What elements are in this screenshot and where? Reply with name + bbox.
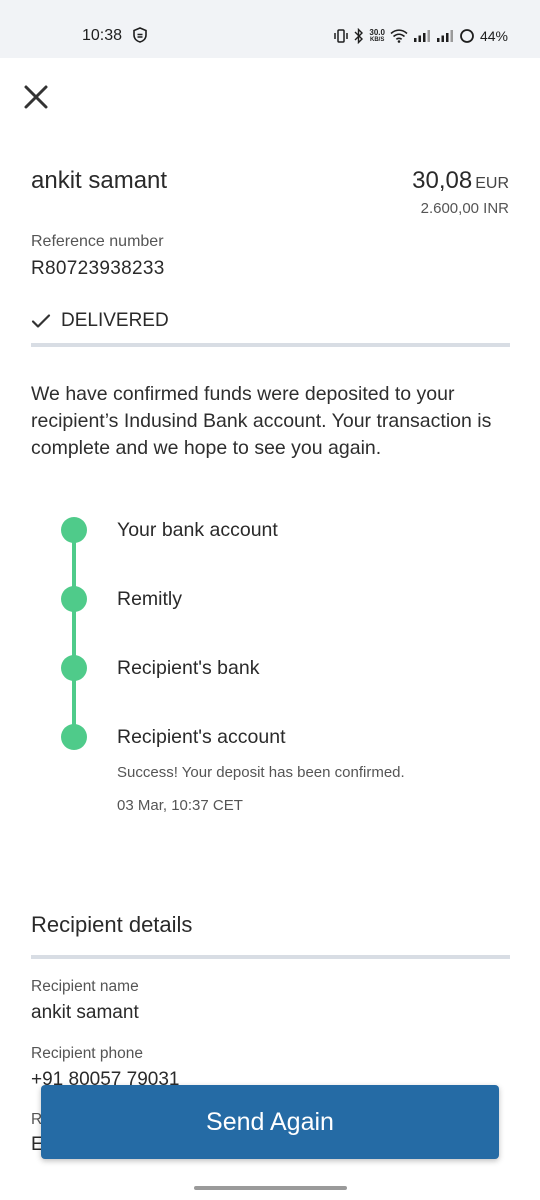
status-bar: 10:38 30.0 KB/S 44% (0, 0, 540, 58)
close-icon[interactable] (22, 83, 50, 111)
timeline-line (72, 530, 76, 737)
timeline-step-remitly: Remitly (117, 588, 183, 610)
bluetooth-icon (354, 28, 364, 44)
timeline-step-recipient-bank: Recipient's bank (117, 657, 260, 679)
recipient-phone-label: Recipient phone (31, 1045, 144, 1062)
home-indicator[interactable] (194, 1186, 347, 1190)
signal-icon-2 (436, 30, 453, 42)
send-again-button[interactable]: Send Again (41, 1085, 499, 1159)
amount-sent: 30,08 EUR (412, 167, 509, 195)
reference-value: R80723938233 (31, 258, 165, 279)
network-speed: 30.0 KB/S (369, 27, 385, 43)
status-label: DELIVERED (61, 310, 169, 331)
reference-label: Reference number (31, 233, 164, 250)
divider (31, 343, 510, 347)
amount-received: 2.600,00 INR (420, 200, 509, 217)
confirmation-message: We have confirmed funds were deposited t… (31, 383, 492, 459)
timeline-step-bank-account: Your bank account (117, 519, 278, 541)
timeline-step-recipient-account: Recipient's account (117, 726, 286, 748)
timeline-dot (61, 517, 87, 543)
shield-icon (133, 27, 147, 43)
divider (31, 955, 510, 959)
success-note: Success! Your deposit has been confirmed… (117, 764, 405, 781)
recipient-name-value: ankit samant (31, 1002, 139, 1023)
battery-icon (460, 29, 474, 43)
vibrate-icon (334, 29, 349, 43)
timeline-dot (61, 724, 87, 750)
signal-icon (413, 30, 430, 42)
status-icons: 30.0 KB/S 44% (333, 26, 508, 46)
amount-value: 30,08 (412, 167, 473, 194)
battery-level: 44% (479, 28, 508, 44)
wifi-icon (390, 29, 408, 43)
recipient-name-heading: ankit samant (31, 167, 168, 194)
status-time: 10:38 (82, 27, 123, 44)
timeline-dot (61, 586, 87, 612)
delivery-status: DELIVERED (31, 310, 169, 332)
check-icon (31, 314, 51, 328)
timeline-dot (61, 655, 87, 681)
delivery-timestamp: 03 Mar, 10:37 CET (117, 797, 243, 814)
section-title: Recipient details (31, 912, 193, 937)
amount-currency: EUR (475, 175, 509, 192)
recipient-name-label: Recipient name (31, 978, 139, 995)
